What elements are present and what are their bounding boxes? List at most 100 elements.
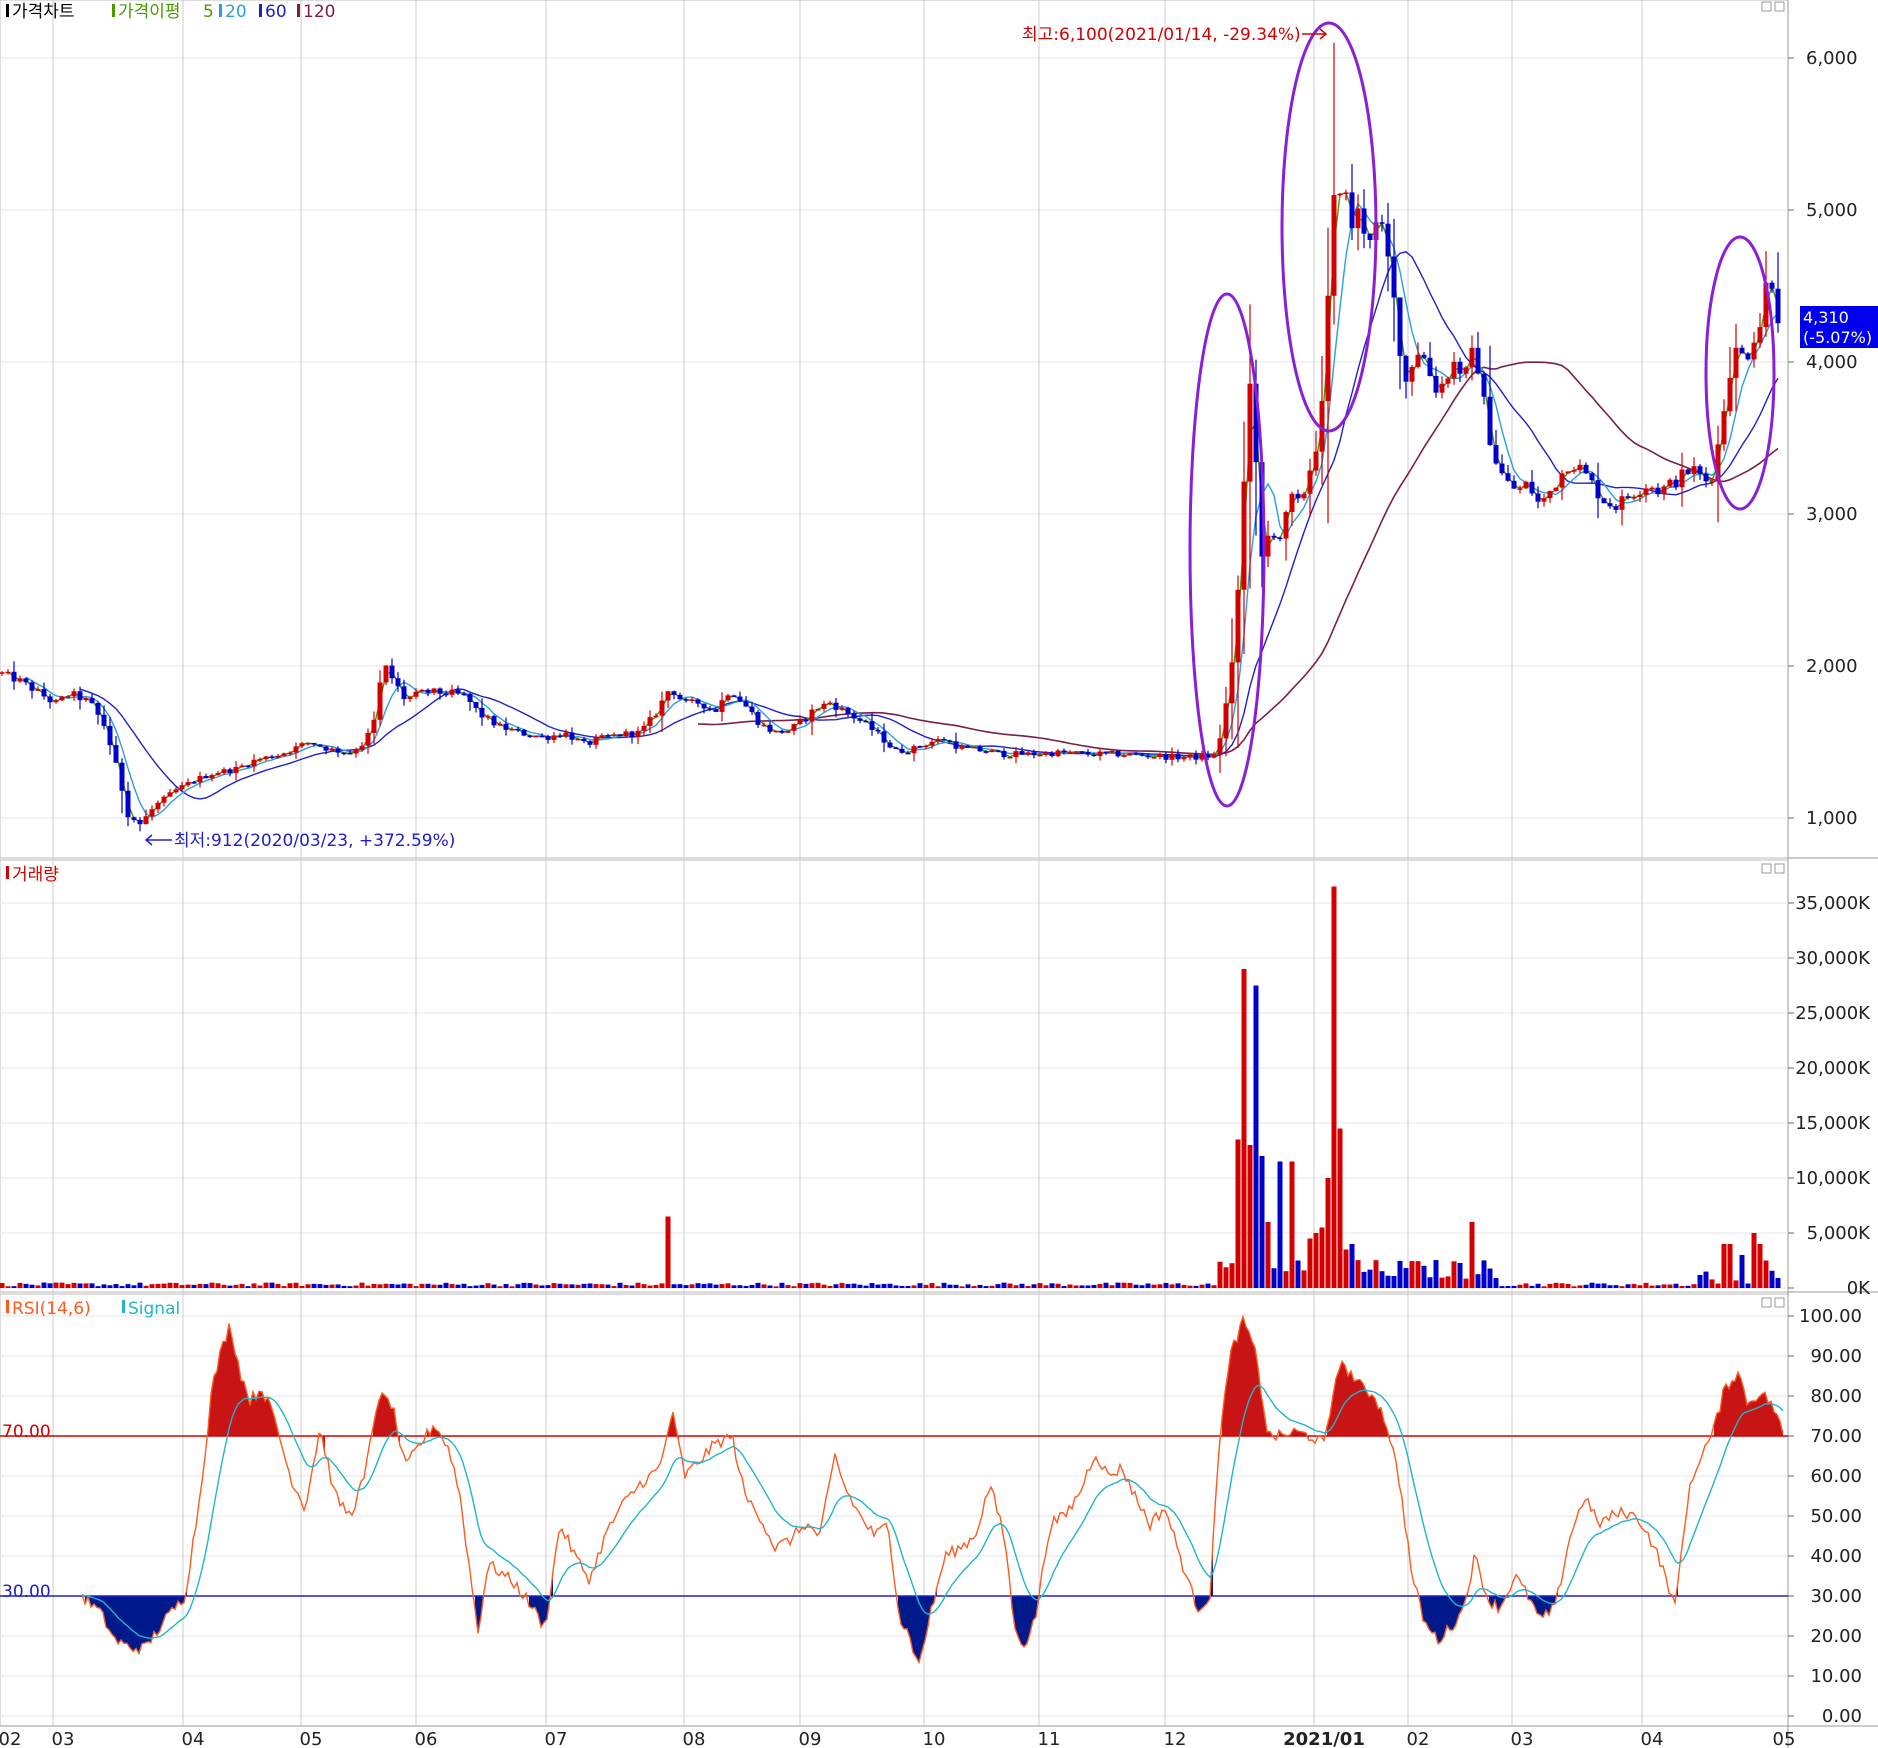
volume-bar (1409, 1261, 1415, 1288)
volume-bar (1715, 1283, 1721, 1288)
volume-bar (1349, 1244, 1355, 1288)
volume-bar (563, 1284, 569, 1288)
volume-legend: 거래량 (6, 865, 59, 885)
volume-bar (1775, 1277, 1781, 1288)
volume-bar (791, 1286, 797, 1288)
volume-bar (1631, 1284, 1637, 1288)
rsi-tick: 30.00 (1810, 1586, 1862, 1607)
candle-body (905, 752, 911, 755)
volume-bar (503, 1284, 509, 1288)
volume-bar (1655, 1285, 1661, 1288)
volume-bar (1547, 1283, 1553, 1288)
candle-body (41, 689, 47, 697)
minimize-icon[interactable] (1761, 1297, 1772, 1308)
candle-body (401, 686, 407, 700)
candle-body (1295, 493, 1301, 499)
volume-bar (143, 1285, 149, 1288)
volume-bar (1307, 1238, 1313, 1288)
candle-body (1193, 754, 1199, 760)
candle-body (965, 746, 971, 748)
candle-body (1169, 753, 1175, 760)
volume-bar (701, 1283, 707, 1288)
minimize-icon[interactable] (1761, 863, 1772, 874)
candle-body (341, 752, 347, 755)
volume-bar (1745, 1283, 1751, 1288)
candle-body (113, 745, 119, 763)
close-icon[interactable] (1774, 1297, 1785, 1308)
volume-bar (335, 1284, 341, 1288)
volume-bar (1709, 1279, 1715, 1288)
volume-bar (1667, 1284, 1673, 1288)
candle-body (743, 701, 749, 707)
legend-price: 가격차트 (12, 2, 75, 22)
x-tick: 04 (1641, 1729, 1664, 1748)
volume-bar (989, 1285, 995, 1288)
candle-body (1505, 473, 1511, 481)
candle-body (1547, 490, 1553, 499)
candle-body (431, 688, 437, 693)
volume-bar (209, 1282, 215, 1288)
volume-bar (707, 1283, 713, 1288)
volume-bar (95, 1286, 101, 1288)
candle-body (83, 698, 89, 701)
candle-body (1235, 589, 1241, 663)
volume-bar (1643, 1282, 1649, 1288)
candle-body (791, 724, 797, 731)
candle-body (785, 730, 791, 733)
volume-bar (1733, 1280, 1739, 1288)
rsi-tick: 40.00 (1810, 1546, 1862, 1567)
volume-bar (1493, 1278, 1499, 1288)
volume-bar (1199, 1284, 1205, 1288)
candle-body (659, 700, 665, 716)
volume-bar (449, 1283, 455, 1288)
stock-chart: 6,000 5,000 4,000 3,000 2,000 1,000 35,000K 30,… (0, 0, 1878, 1748)
volume-bar (347, 1286, 353, 1288)
candle-body (587, 741, 593, 745)
volume-bar (437, 1284, 443, 1288)
close-icon[interactable] (1774, 863, 1785, 874)
candle-body (281, 753, 287, 756)
volume-bar (833, 1284, 839, 1288)
candle-body (419, 689, 425, 692)
candle-body (1523, 481, 1529, 489)
volume-bar (1523, 1283, 1529, 1288)
volume-bar (947, 1284, 953, 1288)
candle-body (233, 766, 239, 774)
candle-body (1109, 750, 1115, 753)
volume-bar (1085, 1285, 1091, 1288)
minimize-icon[interactable] (1761, 1, 1772, 12)
candle-body (185, 782, 191, 786)
candle-body (161, 796, 167, 803)
volume-bar (611, 1286, 617, 1288)
price-tick: 5,000 (1806, 200, 1858, 221)
volume-bar (1295, 1260, 1301, 1288)
price-legend: 가격차트 가격이평 5 20 60 120 (6, 2, 335, 22)
candle-body (875, 729, 881, 732)
volume-bar (653, 1284, 659, 1288)
volume-bar (461, 1283, 467, 1288)
candle-body (317, 744, 323, 747)
volume-bar (113, 1284, 119, 1288)
volume-bar (1685, 1285, 1691, 1288)
close-icon[interactable] (1774, 1, 1785, 12)
volume-bar (371, 1283, 377, 1288)
candle-body (923, 745, 929, 748)
candle-body (989, 750, 995, 753)
volume-bar (383, 1283, 389, 1288)
candle-body (1475, 347, 1481, 374)
volume-tick: 20,000K (1795, 1058, 1871, 1079)
x-tick: 02 (0, 1729, 21, 1748)
volume-bar (467, 1286, 473, 1288)
candle-body (1727, 377, 1733, 412)
volume-bar (281, 1286, 287, 1288)
candle-body (635, 730, 641, 738)
volume-bar (665, 1216, 671, 1288)
volume-bar (773, 1286, 779, 1288)
candle-body (521, 729, 527, 736)
candle-body (269, 756, 275, 758)
volume-bar (929, 1283, 935, 1288)
candle-body (1529, 481, 1535, 494)
candle-body (479, 707, 485, 718)
candle-body (869, 721, 875, 730)
candle-body (1409, 366, 1415, 382)
